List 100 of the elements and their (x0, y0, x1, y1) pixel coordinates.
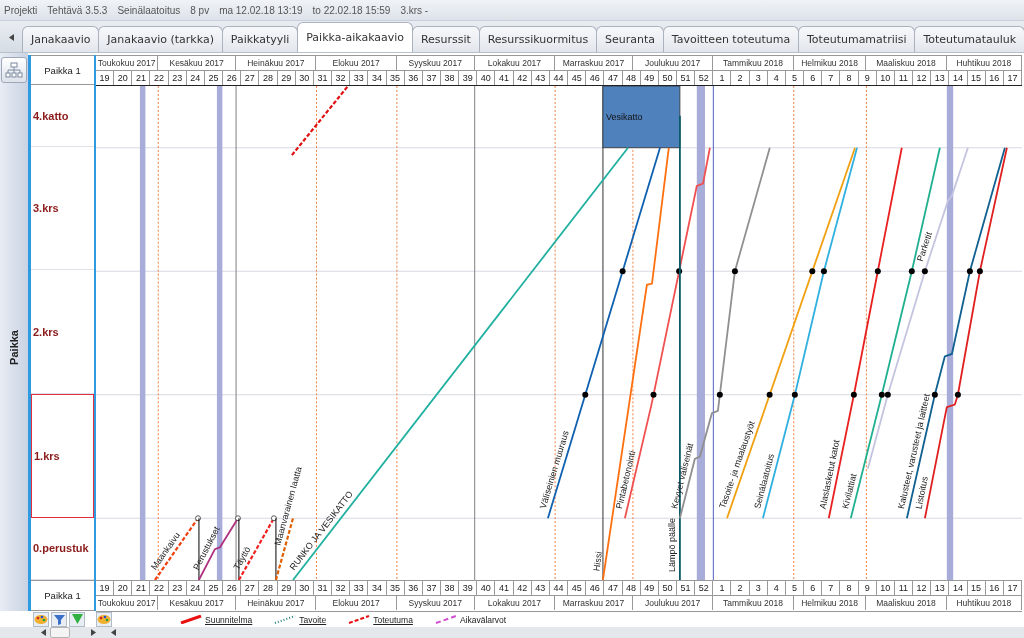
week-number: 1 (713, 581, 732, 595)
location-row[interactable]: 4.katto (31, 85, 94, 148)
week-number: 37 (422, 581, 441, 595)
week-number: 2 (731, 71, 750, 85)
tab[interactable]: Toteutumamatriisi (798, 26, 916, 52)
tab[interactable]: Paikka-aikakaavio (297, 22, 413, 52)
tab[interactable]: Janakaavio (22, 26, 100, 52)
legend-label: Tavoite (299, 614, 327, 625)
line-style-icon (348, 615, 371, 624)
week-number: 6 (804, 71, 823, 85)
color-button[interactable] (96, 612, 112, 627)
week-number: 48 (622, 71, 641, 85)
week-number: 31 (313, 581, 333, 595)
week-number: 40 (477, 71, 496, 85)
week-number: 12 (913, 581, 932, 595)
week-number: 43 (531, 581, 550, 595)
tab[interactable]: Resurssit (412, 26, 480, 52)
tab[interactable]: Seuranta (596, 26, 664, 52)
month-label: Heinäkuu 2017 (236, 596, 317, 610)
week-number: 38 (440, 71, 460, 85)
tab[interactable]: Janakaavio (tarkka) (98, 26, 223, 52)
week-number: 1 (713, 71, 732, 85)
month-label: Joulukuu 2017 (632, 56, 714, 70)
week-number: 27 (241, 71, 260, 85)
week-number: 12 (913, 71, 932, 85)
month-label: Elokuu 2017 (316, 596, 397, 610)
milestone-dot (966, 268, 973, 275)
location-row[interactable]: 2.krs (31, 270, 94, 394)
week-number: 39 (459, 581, 478, 595)
week-number: 30 (295, 71, 314, 85)
tab[interactable]: Tavoitteen toteutuma (662, 26, 800, 52)
week-number: 6 (804, 581, 823, 595)
week-number: 16 (985, 71, 1004, 85)
status-text: Seinälaatoitus (117, 4, 181, 16)
month-label: Lokakuu 2017 (474, 56, 556, 70)
status-text: to 22.02.18 15:59 (312, 4, 391, 16)
week-number: 23 (168, 71, 187, 85)
week-number: 52 (695, 581, 714, 595)
week-number: 11 (894, 581, 914, 595)
month-label: Heinäkuu 2017 (236, 56, 317, 70)
month-label: Helmikuu 2018 (793, 56, 867, 70)
milestone-dot (791, 391, 798, 398)
week-number: 7 (822, 71, 841, 85)
week-number: 14 (949, 581, 968, 595)
milestone-dot (650, 391, 657, 398)
month-label: Lokakuu 2017 (474, 596, 556, 610)
triangle-icon (71, 614, 83, 624)
week-number: 50 (658, 581, 677, 595)
month-label: Tammikuu 2018 (713, 596, 794, 610)
task-label: Vesikatto (605, 111, 643, 122)
month-label: Elokuu 2017 (316, 56, 397, 70)
milestone-dot (766, 391, 773, 398)
week-number: 51 (677, 581, 696, 595)
location-name: 1.krs (34, 449, 60, 462)
week-number: 41 (495, 71, 514, 85)
tab[interactable]: Resurssikuormitus (478, 26, 598, 52)
hierarchy-icon (5, 62, 23, 78)
week-number: 43 (531, 71, 550, 85)
month-label: Toukokuu 2017 (96, 56, 159, 70)
week-number: 34 (368, 581, 387, 595)
location-row[interactable]: 1.krs (31, 393, 94, 518)
month-label: Huhtikuu 2018 (946, 56, 1022, 70)
location-header: Paikka 1 (44, 64, 81, 76)
week-number: 44 (549, 581, 569, 595)
week-number: 49 (640, 581, 659, 595)
week-number: 32 (332, 581, 351, 595)
week-number: 21 (132, 71, 151, 85)
filter-icon (53, 613, 65, 625)
filter-button[interactable] (51, 611, 67, 627)
month-label: Syyskuu 2017 (396, 56, 475, 70)
week-number: 37 (422, 71, 441, 85)
week-number: 48 (622, 581, 641, 595)
tab[interactable]: Toteutumatauluk (914, 26, 1024, 52)
location-row[interactable]: 3.krs (31, 147, 94, 271)
status-text: 8 pv (190, 4, 210, 16)
panel-title: Paikka (8, 329, 20, 365)
week-number: 8 (840, 71, 859, 85)
status-text: 3.krs - (400, 4, 429, 16)
week-number: 5 (785, 71, 805, 85)
location-row[interactable]: 0.perustuk (31, 517, 94, 580)
week-number: 25 (204, 581, 224, 595)
week-number: 4 (767, 71, 786, 85)
week-number: 51 (677, 71, 696, 85)
week-number: 17 (1003, 581, 1022, 595)
week-number: 8 (840, 581, 859, 595)
week-number: 2 (731, 581, 750, 595)
month-label: Maaliskuu 2018 (866, 56, 947, 70)
week-number: 46 (586, 581, 605, 595)
week-number: 50 (658, 71, 677, 85)
milestone-dot (582, 391, 589, 398)
task-label: Lämpö päälle (666, 518, 677, 572)
scroll-thumb[interactable] (50, 627, 70, 638)
task-label: Kivilattiat (840, 472, 859, 510)
week-number: 19 (96, 71, 115, 85)
week-number: 22 (150, 581, 169, 595)
week-number: 42 (513, 71, 532, 85)
color-button[interactable] (33, 611, 49, 627)
month-label: Toukokuu 2017 (96, 596, 159, 610)
tab[interactable]: Paikkatyyli (221, 26, 299, 52)
week-number: 39 (459, 71, 478, 85)
